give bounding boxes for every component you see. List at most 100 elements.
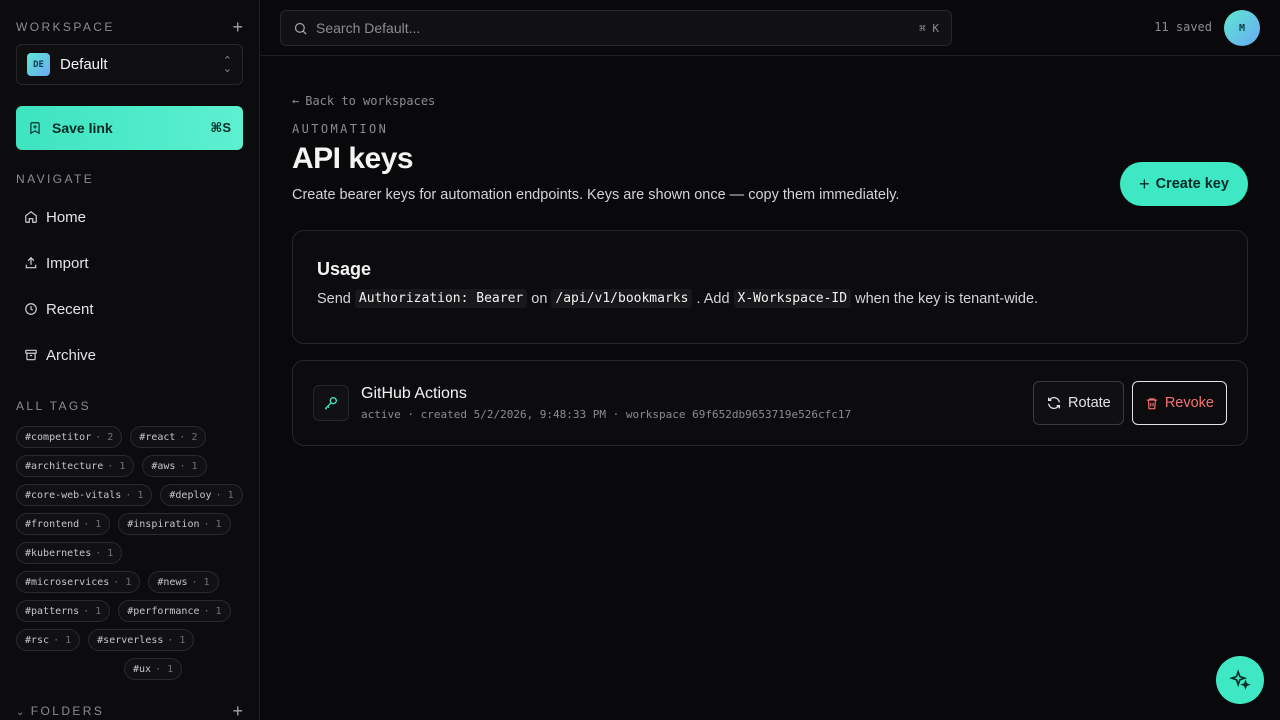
back-link[interactable]: ← Back to workspaces <box>292 94 435 108</box>
key-meta: active · created 5/2/2026, 9:48:33 PM · … <box>361 408 852 421</box>
revoke-label: Revoke <box>1164 395 1214 411</box>
workspace-badge: DE <box>27 53 50 76</box>
workspace-heading: WORKSPACE <box>16 20 115 34</box>
rotate-key-button[interactable]: Rotate <box>1033 381 1124 425</box>
plus-icon: + <box>1139 173 1150 194</box>
sidebar: WORKSPACE + DE Default ⌃ ⌄ Save link ⌘S N… <box>0 0 260 720</box>
workspace-selector[interactable]: DE Default ⌃ ⌄ <box>16 44 243 85</box>
back-link-label: Back to workspaces <box>305 94 436 108</box>
tag-chip[interactable]: #microservices · 1 <box>16 571 141 593</box>
save-link-label: Save link <box>52 120 113 136</box>
nav-item-archive[interactable]: Archive <box>16 332 243 378</box>
folders-section-header[interactable]: ⌄ Folders + <box>16 702 243 720</box>
tag-count: · 1 <box>113 576 132 588</box>
folders-toggle[interactable]: ⌄ Folders <box>16 704 104 718</box>
tag-count: · 1 <box>83 605 102 617</box>
tag-chip[interactable]: #performance · 1 <box>118 600 231 622</box>
tag-spacer <box>16 658 116 680</box>
tag-count: · 1 <box>191 576 210 588</box>
search-bar[interactable]: ⌘ K <box>280 10 952 46</box>
tag-chip[interactable]: #frontend · 1 <box>16 513 111 535</box>
endpoint-code: /api/v1/bookmarks <box>551 289 693 308</box>
tag-chip[interactable]: #core-web-vitals · 1 <box>16 484 153 506</box>
usage-text-2: on <box>531 290 548 307</box>
tag-chip[interactable]: #deploy · 1 <box>160 484 243 506</box>
page-title: API keys <box>292 142 414 175</box>
tag-chip[interactable]: #rsc · 1 <box>16 629 81 651</box>
nav-item-label: Archive <box>46 346 97 364</box>
upload-icon <box>25 256 37 269</box>
tag-count: · 1 <box>95 547 114 559</box>
tag-chip[interactable]: #competitor · 2 <box>16 426 123 448</box>
tag-name: #serverless <box>97 634 164 646</box>
tag-count: · 1 <box>125 489 144 501</box>
tag-name: #core-web-vitals <box>25 489 122 501</box>
tag-count: · 1 <box>155 663 174 675</box>
tag-chip[interactable]: #ux · 1 <box>124 658 183 680</box>
tag-chip[interactable]: #aws · 1 <box>142 455 207 477</box>
nav-item-label: Recent <box>46 300 94 318</box>
tag-name: #ux <box>133 663 152 675</box>
create-key-button[interactable]: + Create key <box>1120 162 1248 206</box>
auth-header-code: Authorization: Bearer <box>354 289 528 308</box>
tag-name: #patterns <box>25 605 80 617</box>
usage-text-4: when the key is tenant-wide. <box>855 290 1039 307</box>
tag-name: #react <box>139 431 176 443</box>
tag-count: · 2 <box>95 431 114 443</box>
nav-item-label: Home <box>46 208 87 226</box>
nav-item-import[interactable]: Import <box>16 240 243 286</box>
add-folder-icon[interactable]: + <box>232 702 243 720</box>
save-link-button[interactable]: Save link ⌘S <box>16 106 243 150</box>
usage-text-3: . Add <box>696 290 730 307</box>
folders-heading: Folders <box>30 704 105 718</box>
trash-icon <box>1146 397 1158 409</box>
page-subtitle: Create bearer keys for automation endpoi… <box>292 187 900 203</box>
chevron-down-icon: ⌄ <box>16 707 27 718</box>
revoke-key-button[interactable]: Revoke <box>1132 381 1227 425</box>
tag-count: · 1 <box>203 518 222 530</box>
tag-name: #deploy <box>169 489 212 501</box>
tag-chip[interactable]: #news · 1 <box>148 571 219 593</box>
search-icon <box>294 22 307 35</box>
home-icon <box>25 211 37 223</box>
rotate-label: Rotate <box>1068 395 1111 411</box>
create-key-label: Create key <box>1155 176 1229 192</box>
save-link-shortcut: ⌘S <box>210 120 231 135</box>
tag-name: #inspiration <box>127 518 200 530</box>
nav-item-recent[interactable]: Recent <box>16 286 243 332</box>
tag-chip[interactable]: #inspiration · 1 <box>118 513 231 535</box>
tag-spacer <box>130 542 230 564</box>
chevron-up-down-icon: ⌃ ⌄ <box>222 54 232 75</box>
tag-count: · 1 <box>83 518 102 530</box>
sparkles-icon <box>1229 669 1251 690</box>
tag-name: #architecture <box>25 460 104 472</box>
usage-card: Usage Send Authorization: Bearer on /api… <box>292 230 1248 344</box>
tags-heading: ALL TAGS <box>16 399 92 413</box>
tag-chip[interactable]: #architecture · 1 <box>16 455 135 477</box>
clock-icon <box>25 303 37 315</box>
tag-count: · 1 <box>53 634 72 646</box>
workspace-header-code: X-Workspace-ID <box>733 289 852 308</box>
tag-chip[interactable]: #kubernetes · 1 <box>16 542 123 564</box>
nav-item-home[interactable]: Home <box>16 194 243 240</box>
tag-count: · 1 <box>167 634 186 646</box>
navigate-heading: NAVIGATE <box>16 172 95 186</box>
search-shortcut: ⌘ K <box>919 21 939 35</box>
tag-list: #competitor · 2 #react · 2 #architecture · … <box>16 426 246 680</box>
workspace-section-header: WORKSPACE + <box>16 18 243 36</box>
arrow-left-icon: ← <box>292 94 300 108</box>
add-workspace-icon[interactable]: + <box>232 18 243 36</box>
tag-chip[interactable]: #serverless · 1 <box>88 629 195 651</box>
search-input[interactable] <box>316 20 920 36</box>
tag-name: #microservices <box>25 576 110 588</box>
avatar[interactable]: M <box>1224 10 1260 46</box>
tag-chip[interactable]: #react · 2 <box>130 426 207 448</box>
api-key-row: GitHub Actions active · created 5/2/2026… <box>292 360 1248 446</box>
tag-name: #performance <box>127 605 200 617</box>
tag-chip[interactable]: #patterns · 1 <box>16 600 111 622</box>
usage-text-1: Send <box>317 290 351 307</box>
tag-count: · 1 <box>179 460 198 472</box>
bookmark-plus-icon <box>30 122 40 135</box>
ai-assistant-button[interactable] <box>1216 656 1264 704</box>
tag-name: #aws <box>151 460 176 472</box>
